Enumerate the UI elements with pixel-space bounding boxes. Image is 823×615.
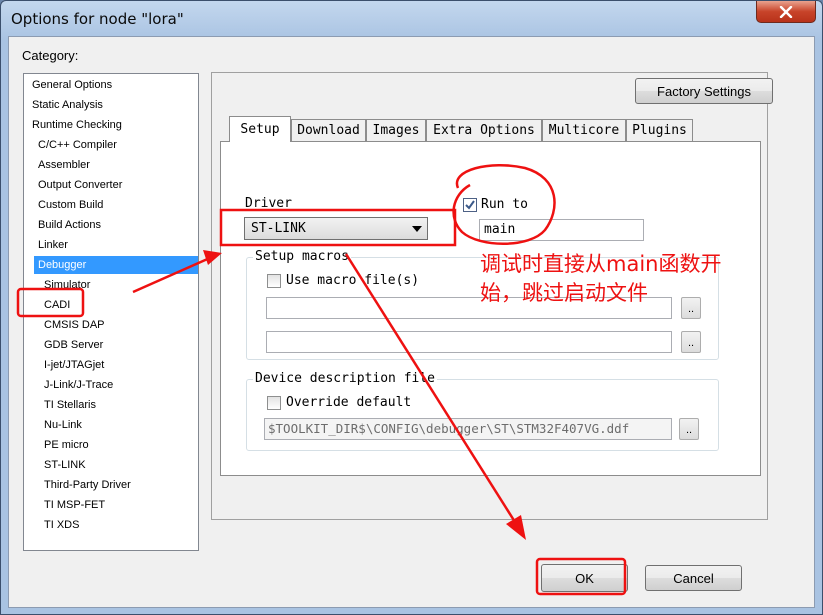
category-item[interactable]: I-jet/JTAGjet (44, 356, 104, 374)
category-item[interactable]: Nu-Link (44, 416, 82, 434)
browse-macro-2-button[interactable]: .. (681, 331, 701, 353)
driver-label: Driver (245, 196, 292, 211)
category-item[interactable]: TI Stellaris (44, 396, 96, 414)
category-item[interactable]: Runtime Checking (32, 116, 122, 134)
category-item[interactable]: Assembler (38, 156, 90, 174)
category-item[interactable]: General Options (32, 76, 112, 94)
close-icon (779, 5, 793, 18)
category-item[interactable]: Third-Party Driver (44, 476, 131, 494)
run-to-value: main (484, 222, 516, 237)
override-default-checkbox[interactable] (267, 396, 281, 410)
category-list[interactable]: General Options Static Analysis Runtime … (23, 73, 199, 551)
run-to-checkbox[interactable] (463, 198, 477, 212)
ddf-path-value: $TOOLKIT_DIR$\CONFIG\debugger\ST\STM32F4… (268, 421, 630, 436)
tab-plugins[interactable]: Plugins (626, 119, 693, 141)
driver-select[interactable]: ST-LINK (244, 217, 428, 240)
tab-images[interactable]: Images (366, 119, 426, 141)
tab-multicore[interactable]: Multicore (542, 119, 626, 141)
close-button[interactable] (756, 1, 816, 23)
macro-file-input-2[interactable] (266, 331, 672, 353)
category-item[interactable]: C/C++ Compiler (38, 136, 117, 154)
tab-extra-options[interactable]: Extra Options (426, 119, 542, 141)
title-bar[interactable]: Options for node "lora" (1, 1, 822, 37)
category-item[interactable]: TI XDS (44, 516, 79, 534)
checkmark-icon (465, 200, 475, 210)
category-item[interactable]: Simulator (44, 276, 90, 294)
category-item-debugger[interactable]: Debugger (34, 256, 198, 274)
tab-download[interactable]: Download (291, 119, 366, 141)
ok-button[interactable]: OK (541, 564, 628, 592)
category-item[interactable]: CMSIS DAP (44, 316, 105, 334)
chevron-down-icon (412, 226, 422, 232)
category-item[interactable]: TI MSP-FET (44, 496, 105, 514)
category-item[interactable]: ST-LINK (44, 456, 86, 474)
driver-select-value: ST-LINK (251, 221, 306, 236)
category-item[interactable]: J-Link/J-Trace (44, 376, 113, 394)
ddf-path-input[interactable]: $TOOLKIT_DIR$\CONFIG\debugger\ST\STM32F4… (264, 418, 672, 440)
category-item[interactable]: GDB Server (44, 336, 103, 354)
browse-ddf-button[interactable]: .. (679, 418, 699, 440)
category-item[interactable]: Linker (38, 236, 68, 254)
run-to-input[interactable]: main (479, 219, 644, 241)
window-title: Options for node "lora" (11, 10, 184, 28)
category-item[interactable]: Output Converter (38, 176, 122, 194)
category-item[interactable]: Static Analysis (32, 96, 103, 114)
category-item[interactable]: Custom Build (38, 196, 103, 214)
category-item[interactable]: Build Actions (38, 216, 101, 234)
cancel-button[interactable]: Cancel (645, 565, 742, 591)
annotation-note: 调试时直接从main函数开 始，跳过启动文件 (480, 250, 780, 308)
annotation-note-line2: 始，跳过启动文件 (480, 281, 648, 305)
use-macro-checkbox[interactable] (267, 274, 281, 288)
factory-settings-button[interactable]: Factory Settings (635, 78, 773, 104)
category-item[interactable]: PE micro (44, 436, 89, 454)
category-label: Category: (22, 48, 79, 63)
category-item[interactable]: CADI (44, 296, 70, 314)
annotation-note-line1: 调试时直接从main函数开 (480, 252, 722, 276)
tab-setup[interactable]: Setup (229, 116, 291, 142)
